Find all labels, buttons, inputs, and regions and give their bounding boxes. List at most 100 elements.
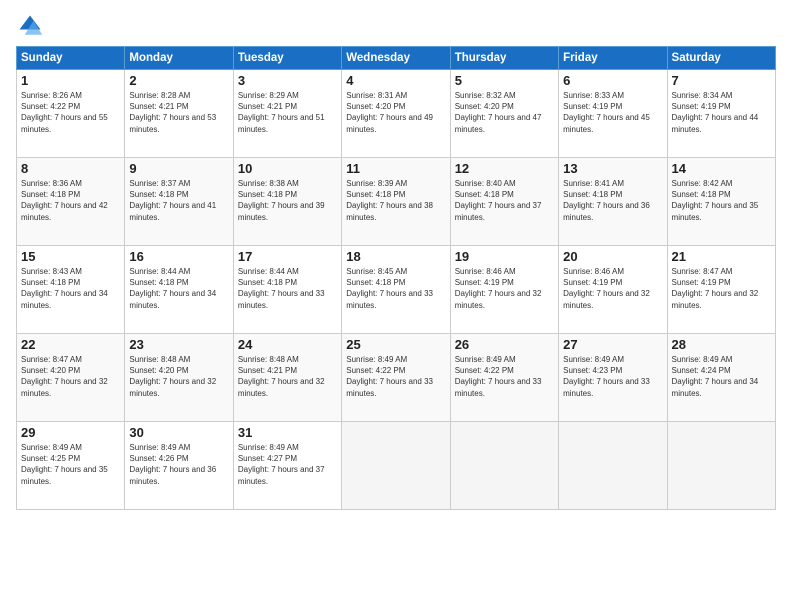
cell-info: Sunrise: 8:41 AM Sunset: 4:18 PM Dayligh…: [563, 178, 662, 223]
cell-info: Sunrise: 8:32 AM Sunset: 4:20 PM Dayligh…: [455, 90, 554, 135]
calendar-cell: 8Sunrise: 8:36 AM Sunset: 4:18 PM Daylig…: [17, 158, 125, 246]
cell-info: Sunrise: 8:31 AM Sunset: 4:20 PM Dayligh…: [346, 90, 445, 135]
cell-info: Sunrise: 8:46 AM Sunset: 4:19 PM Dayligh…: [455, 266, 554, 311]
cell-info: Sunrise: 8:33 AM Sunset: 4:19 PM Dayligh…: [563, 90, 662, 135]
calendar-header-row: SundayMondayTuesdayWednesdayThursdayFrid…: [17, 47, 776, 70]
cell-info: Sunrise: 8:28 AM Sunset: 4:21 PM Dayligh…: [129, 90, 228, 135]
cell-info: Sunrise: 8:49 AM Sunset: 4:23 PM Dayligh…: [563, 354, 662, 399]
day-number: 31: [238, 425, 337, 440]
day-number: 29: [21, 425, 120, 440]
header-sunday: Sunday: [17, 47, 125, 70]
day-number: 7: [672, 73, 771, 88]
day-number: 23: [129, 337, 228, 352]
day-number: 26: [455, 337, 554, 352]
cell-info: Sunrise: 8:49 AM Sunset: 4:22 PM Dayligh…: [455, 354, 554, 399]
day-number: 16: [129, 249, 228, 264]
header-wednesday: Wednesday: [342, 47, 450, 70]
calendar-cell: 4 Sunrise: 8:31 AM Sunset: 4:20 PM Daylig…: [342, 70, 450, 158]
cell-info: Sunrise: 8:38 AM Sunset: 4:18 PM Dayligh…: [238, 178, 337, 223]
calendar-cell: 5 Sunrise: 8:32 AM Sunset: 4:20 PM Daylig…: [450, 70, 558, 158]
cell-info: Sunrise: 8:40 AM Sunset: 4:18 PM Dayligh…: [455, 178, 554, 223]
cell-info: Sunrise: 8:42 AM Sunset: 4:18 PM Dayligh…: [672, 178, 771, 223]
day-number: 1: [21, 73, 120, 88]
calendar-cell: 22 Sunrise: 8:47 AM Sunset: 4:20 PM Dayli…: [17, 334, 125, 422]
week-row-5: 29 Sunrise: 8:49 AM Sunset: 4:25 PM Dayli…: [17, 422, 776, 510]
day-number: 21: [672, 249, 771, 264]
calendar-cell: 31 Sunrise: 8:49 AM Sunset: 4:27 PM Dayli…: [233, 422, 341, 510]
page: SundayMondayTuesdayWednesdayThursdayFrid…: [0, 0, 792, 612]
calendar-cell: 26 Sunrise: 8:49 AM Sunset: 4:22 PM Dayli…: [450, 334, 558, 422]
day-number: 10: [238, 161, 337, 176]
header-tuesday: Tuesday: [233, 47, 341, 70]
calendar-cell: 27 Sunrise: 8:49 AM Sunset: 4:23 PM Dayli…: [559, 334, 667, 422]
day-number: 25: [346, 337, 445, 352]
logo: [16, 12, 48, 40]
day-number: 13: [563, 161, 662, 176]
header-thursday: Thursday: [450, 47, 558, 70]
cell-info: Sunrise: 8:49 AM Sunset: 4:24 PM Dayligh…: [672, 354, 771, 399]
cell-info: Sunrise: 8:43 AM Sunset: 4:18 PM Dayligh…: [21, 266, 120, 311]
cell-info: Sunrise: 8:49 AM Sunset: 4:26 PM Dayligh…: [129, 442, 228, 487]
day-number: 3: [238, 73, 337, 88]
header-friday: Friday: [559, 47, 667, 70]
day-number: 14: [672, 161, 771, 176]
calendar-cell: 23 Sunrise: 8:48 AM Sunset: 4:20 PM Dayli…: [125, 334, 233, 422]
cell-info: Sunrise: 8:37 AM Sunset: 4:18 PM Dayligh…: [129, 178, 228, 223]
calendar-cell: 2Sunrise: 8:28 AM Sunset: 4:21 PM Daylig…: [125, 70, 233, 158]
cell-info: Sunrise: 8:48 AM Sunset: 4:20 PM Dayligh…: [129, 354, 228, 399]
calendar-cell: 11 Sunrise: 8:39 AM Sunset: 4:18 PM Dayli…: [342, 158, 450, 246]
cell-info: Sunrise: 8:34 AM Sunset: 4:19 PM Dayligh…: [672, 90, 771, 135]
calendar-cell: 1 Sunrise: 8:26 AM Sunset: 4:22 PM Daylig…: [17, 70, 125, 158]
calendar-cell: [667, 422, 775, 510]
calendar-cell: 17Sunrise: 8:44 AM Sunset: 4:18 PM Dayli…: [233, 246, 341, 334]
day-number: 22: [21, 337, 120, 352]
calendar-cell: 16 Sunrise: 8:44 AM Sunset: 4:18 PM Dayli…: [125, 246, 233, 334]
day-number: 27: [563, 337, 662, 352]
calendar-cell: 12Sunrise: 8:40 AM Sunset: 4:18 PM Dayli…: [450, 158, 558, 246]
calendar-cell: 29 Sunrise: 8:49 AM Sunset: 4:25 PM Dayli…: [17, 422, 125, 510]
calendar-cell: 24Sunrise: 8:48 AM Sunset: 4:21 PM Dayli…: [233, 334, 341, 422]
header-saturday: Saturday: [667, 47, 775, 70]
logo-icon: [16, 12, 44, 40]
calendar-cell: 13 Sunrise: 8:41 AM Sunset: 4:18 PM Dayli…: [559, 158, 667, 246]
cell-info: Sunrise: 8:49 AM Sunset: 4:25 PM Dayligh…: [21, 442, 120, 487]
week-row-3: 15Sunrise: 8:43 AM Sunset: 4:18 PM Dayli…: [17, 246, 776, 334]
header-monday: Monday: [125, 47, 233, 70]
cell-info: Sunrise: 8:48 AM Sunset: 4:21 PM Dayligh…: [238, 354, 337, 399]
calendar-cell: 20 Sunrise: 8:46 AM Sunset: 4:19 PM Dayli…: [559, 246, 667, 334]
cell-info: Sunrise: 8:44 AM Sunset: 4:18 PM Dayligh…: [129, 266, 228, 311]
day-number: 11: [346, 161, 445, 176]
calendar-cell: 7 Sunrise: 8:34 AM Sunset: 4:19 PM Daylig…: [667, 70, 775, 158]
calendar-cell: [450, 422, 558, 510]
cell-info: Sunrise: 8:46 AM Sunset: 4:19 PM Dayligh…: [563, 266, 662, 311]
calendar-cell: [559, 422, 667, 510]
week-row-2: 8Sunrise: 8:36 AM Sunset: 4:18 PM Daylig…: [17, 158, 776, 246]
day-number: 28: [672, 337, 771, 352]
calendar: SundayMondayTuesdayWednesdayThursdayFrid…: [16, 46, 776, 510]
cell-info: Sunrise: 8:29 AM Sunset: 4:21 PM Dayligh…: [238, 90, 337, 135]
cell-info: Sunrise: 8:44 AM Sunset: 4:18 PM Dayligh…: [238, 266, 337, 311]
calendar-cell: 30 Sunrise: 8:49 AM Sunset: 4:26 PM Dayli…: [125, 422, 233, 510]
day-number: 30: [129, 425, 228, 440]
cell-info: Sunrise: 8:49 AM Sunset: 4:27 PM Dayligh…: [238, 442, 337, 487]
calendar-cell: 15Sunrise: 8:43 AM Sunset: 4:18 PM Dayli…: [17, 246, 125, 334]
day-number: 8: [21, 161, 120, 176]
calendar-cell: 25Sunrise: 8:49 AM Sunset: 4:22 PM Dayli…: [342, 334, 450, 422]
calendar-cell: 18Sunrise: 8:45 AM Sunset: 4:18 PM Dayli…: [342, 246, 450, 334]
cell-info: Sunrise: 8:47 AM Sunset: 4:20 PM Dayligh…: [21, 354, 120, 399]
cell-info: Sunrise: 8:39 AM Sunset: 4:18 PM Dayligh…: [346, 178, 445, 223]
calendar-cell: 10 Sunrise: 8:38 AM Sunset: 4:18 PM Dayli…: [233, 158, 341, 246]
calendar-cell: 19 Sunrise: 8:46 AM Sunset: 4:19 PM Dayli…: [450, 246, 558, 334]
day-number: 20: [563, 249, 662, 264]
calendar-cell: 3 Sunrise: 8:29 AM Sunset: 4:21 PM Daylig…: [233, 70, 341, 158]
calendar-cell: 21Sunrise: 8:47 AM Sunset: 4:19 PM Dayli…: [667, 246, 775, 334]
day-number: 4: [346, 73, 445, 88]
day-number: 19: [455, 249, 554, 264]
calendar-cell: 28 Sunrise: 8:49 AM Sunset: 4:24 PM Dayli…: [667, 334, 775, 422]
calendar-cell: [342, 422, 450, 510]
cell-info: Sunrise: 8:26 AM Sunset: 4:22 PM Dayligh…: [21, 90, 120, 135]
calendar-cell: 14 Sunrise: 8:42 AM Sunset: 4:18 PM Dayli…: [667, 158, 775, 246]
day-number: 5: [455, 73, 554, 88]
day-number: 6: [563, 73, 662, 88]
cell-info: Sunrise: 8:45 AM Sunset: 4:18 PM Dayligh…: [346, 266, 445, 311]
